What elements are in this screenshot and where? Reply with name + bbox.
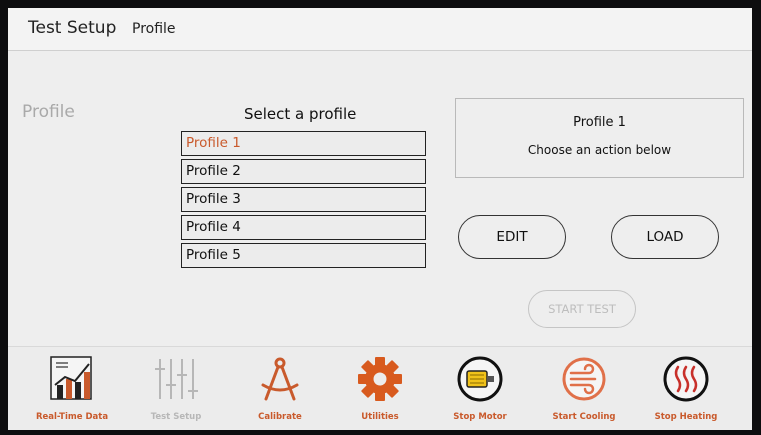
- profile-item-3[interactable]: Profile 3: [181, 187, 426, 212]
- tool-label: Utilities: [361, 412, 399, 422]
- profile-list: Profile 1 Profile 2 Profile 3 Profile 4 …: [181, 131, 426, 271]
- heating-icon: [663, 356, 709, 402]
- gear-icon: [358, 357, 402, 401]
- profile-item-5[interactable]: Profile 5: [181, 243, 426, 268]
- page-subtitle: Profile: [132, 21, 176, 37]
- bottom-toolbar: Real-Time Data Test Setup Calibrate Util…: [8, 346, 752, 430]
- stop-motor-button[interactable]: Stop Motor: [436, 347, 524, 430]
- tool-label: Real-Time Data: [35, 412, 109, 422]
- profile-list-heading: Select a profile: [244, 105, 357, 123]
- calibrate-button[interactable]: Calibrate: [236, 347, 324, 430]
- profile-item-4[interactable]: Profile 4: [181, 215, 426, 240]
- cooling-icon: [562, 357, 606, 401]
- test-setup-button[interactable]: Test Setup: [132, 347, 220, 430]
- utilities-button[interactable]: Utilities: [336, 347, 424, 430]
- load-button[interactable]: LOAD: [611, 215, 719, 259]
- sliders-icon: [155, 359, 198, 399]
- real-time-data-button[interactable]: Real-Time Data: [28, 347, 116, 430]
- tool-label: Stop Motor: [453, 412, 507, 422]
- tool-label: Calibrate: [258, 412, 302, 422]
- start-test-button[interactable]: START TEST: [528, 290, 636, 328]
- edit-button[interactable]: EDIT: [458, 215, 566, 259]
- page-title: Test Setup: [28, 18, 117, 38]
- tool-label: Test Setup: [150, 412, 202, 422]
- section-title: Profile: [22, 102, 75, 122]
- touch-screen: Test Setup Profile Profile Select a prof…: [8, 8, 752, 430]
- action-prompt: Choose an action below: [527, 143, 672, 157]
- motor-icon: [457, 356, 503, 402]
- selected-profile-name: Profile 1: [573, 115, 626, 130]
- stop-heating-button[interactable]: Stop Heating: [642, 347, 730, 430]
- start-cooling-button[interactable]: Start Cooling: [540, 347, 628, 430]
- title-bar: Test Setup Profile: [8, 8, 752, 51]
- profile-item-2[interactable]: Profile 2: [181, 159, 426, 184]
- tool-label: Start Cooling: [552, 412, 616, 422]
- chart-icon: [50, 356, 92, 400]
- selected-profile-panel: Profile 1 Choose an action below: [455, 98, 744, 178]
- compass-icon: [261, 357, 299, 401]
- tool-label: Stop Heating: [654, 412, 718, 422]
- profile-item-1[interactable]: Profile 1: [181, 131, 426, 156]
